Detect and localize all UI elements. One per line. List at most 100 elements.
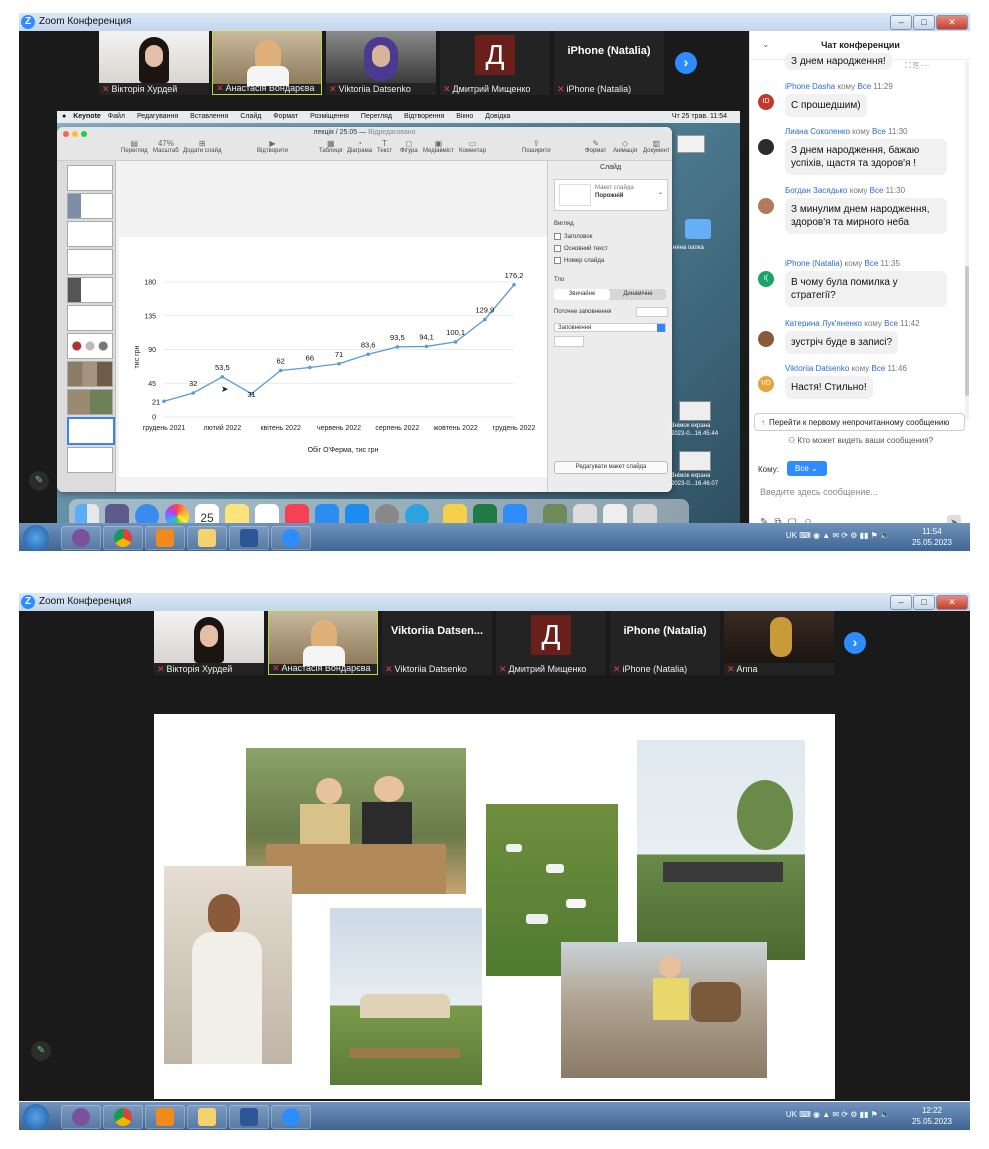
- toolbar-media[interactable]: ▣ Медіавміст: [423, 139, 454, 154]
- edit-layout-button[interactable]: Редагувати макет слайда: [554, 461, 668, 474]
- x-tick-label: серпень 2022: [375, 425, 419, 432]
- message-actions-icon[interactable]: ⛶ ⎘ ···: [905, 61, 929, 71]
- toolbar-shape[interactable]: ◻ Фігура: [400, 139, 418, 154]
- participant-tile[interactable]: ✕ Anna: [724, 611, 834, 675]
- scrollbar-thumb[interactable]: [965, 266, 969, 396]
- annotate-pencil-icon[interactable]: ✎: [31, 1041, 51, 1061]
- message-input[interactable]: Введите здесь сообщение...: [760, 487, 878, 497]
- close-button[interactable]: ✕: [936, 595, 968, 610]
- taskbar-zoom[interactable]: [271, 1105, 311, 1129]
- zoom-window-2: Z Zoom Конференция – □ ✕ ✕ Вікторія Хурде…: [19, 593, 970, 1130]
- slide-thumbnail[interactable]: [67, 361, 113, 387]
- taskbar-media[interactable]: [145, 526, 185, 550]
- menu-item: Вставлення: [190, 113, 229, 120]
- chat-scrollbar[interactable]: [965, 61, 969, 421]
- toolbar-zoom[interactable]: 47% Масштаб: [153, 139, 179, 154]
- taskbar-viber[interactable]: [61, 526, 101, 550]
- recipient-select[interactable]: Все ⌄: [787, 461, 827, 476]
- slide-thumbnail[interactable]: [67, 249, 113, 275]
- folder-icon[interactable]: [685, 219, 711, 239]
- mic-muted-icon: ✕: [216, 83, 224, 93]
- sender-name: Viktoriia Datsenko: [785, 364, 850, 373]
- participant-tile-active[interactable]: ✕ Анастасія Вондарєва: [212, 31, 322, 95]
- participant-tile[interactable]: ✕ Viktoriia Datsenko: [326, 31, 436, 95]
- zoom-window-1: Z Zoom Конференция – □ ✕ ✕ Вікторія Хурде…: [19, 13, 971, 551]
- participant-tile[interactable]: Viktoriia Datsen... ✕ Viktoriia Datsenko: [382, 611, 492, 675]
- participant-tile-active[interactable]: ✕ Анастасія Вондарєва: [268, 611, 378, 675]
- who-can-see-link[interactable]: ⚇ Кто может видеть ваши сообщения?: [750, 436, 971, 445]
- slide-thumbnail[interactable]: [67, 333, 113, 359]
- taskbar-media[interactable]: [145, 1105, 185, 1129]
- toolbar-play[interactable]: ▶ Відтворити: [257, 139, 288, 154]
- checkbox-body[interactable]: Основний текст: [554, 245, 608, 252]
- toolbar-share[interactable]: ⇪ Поширити: [522, 139, 551, 154]
- participant-tile[interactable]: ✕ Вікторія Хурдей: [154, 611, 264, 675]
- data-label: 129,9: [475, 306, 494, 315]
- layout-picker[interactable]: Макет слайда Порожній ⌄: [554, 179, 668, 211]
- slide-thumbnail[interactable]: [67, 165, 113, 191]
- participant-tile[interactable]: iPhone (Natalia) ✕ iPhone (Natalia): [554, 31, 664, 95]
- taskbar-viber[interactable]: [61, 1105, 101, 1129]
- annotate-pencil-icon[interactable]: ✎: [29, 471, 49, 491]
- maximize-button[interactable]: □: [913, 595, 935, 610]
- start-button[interactable]: [23, 525, 49, 551]
- chat-message: Богдан Засядько кому Все 11:30 З минулим…: [755, 186, 960, 234]
- slide-thumbnail[interactable]: [67, 193, 113, 219]
- toolbar-animate[interactable]: ◇ Анімація: [613, 139, 637, 154]
- language-indicator[interactable]: UK: [786, 531, 797, 540]
- minimize-button[interactable]: –: [890, 15, 912, 30]
- toolbar-format[interactable]: ✎ Формат: [585, 139, 606, 154]
- screenshot-file-icon[interactable]: [679, 451, 711, 471]
- taskbar-explorer[interactable]: [187, 526, 227, 550]
- checkbox-slide-number[interactable]: Номер слайда: [554, 257, 604, 264]
- taskbar-chrome[interactable]: [103, 526, 143, 550]
- toolbar-view[interactable]: ▤ Перегляд: [121, 139, 148, 154]
- taskbar-clock[interactable]: 11:54 25.05.2023: [902, 526, 962, 548]
- taskbar-word[interactable]: [229, 1105, 269, 1129]
- taskbar-chrome[interactable]: [103, 1105, 143, 1129]
- minimize-button[interactable]: –: [890, 595, 912, 610]
- participant-tile[interactable]: iPhone (Natalia) ✕ iPhone (Natalia): [610, 611, 720, 675]
- slide-thumbnail[interactable]: [67, 221, 113, 247]
- taskbar-clock[interactable]: 12:22 25.05.2023: [902, 1105, 962, 1127]
- slide-thumbnail[interactable]: [67, 277, 113, 303]
- slide-thumbnail[interactable]: [67, 447, 113, 473]
- system-tray: UK ⌨ ◉ ▲ ✉ ⟳ ⚙ ▮▮ ⚑ 🔈: [785, 1110, 890, 1119]
- tab-dynamic[interactable]: Динамічне: [610, 289, 666, 300]
- fill-select[interactable]: Заповнення: [554, 323, 666, 332]
- toolbar-comment[interactable]: ▭ Коментар: [459, 139, 486, 154]
- toolbar-add-slide[interactable]: ⊞ Додати слайд: [183, 139, 222, 154]
- fill-color-well[interactable]: [636, 307, 668, 317]
- next-page-icon[interactable]: ›: [844, 632, 866, 654]
- taskbar-explorer[interactable]: [187, 1105, 227, 1129]
- message-text: З минулим днем народження, здоров'я та м…: [785, 198, 947, 234]
- toolbar-chart[interactable]: ◔ Діаграма: [347, 139, 372, 154]
- toolbar-text[interactable]: T Текст: [377, 139, 392, 154]
- mic-muted-icon: ✕: [272, 663, 280, 673]
- slide-thumbnail[interactable]: [67, 305, 113, 331]
- toolbar-table[interactable]: ▦ Таблиця: [319, 139, 342, 154]
- toolbar-document[interactable]: ▥ Документ: [643, 139, 670, 154]
- next-page-icon[interactable]: ›: [675, 52, 697, 74]
- participant-tile[interactable]: Д ✕ Дмитрий Мищенко: [496, 611, 606, 675]
- maximize-button[interactable]: □: [913, 15, 935, 30]
- participant-tile[interactable]: ✕ Вікторія Хурдей: [99, 31, 209, 95]
- message-time: 11:42: [900, 319, 920, 328]
- checkbox-title[interactable]: Заголовок: [554, 233, 592, 240]
- slide-thumbnail-selected[interactable]: [67, 417, 115, 445]
- color-swatch[interactable]: [554, 336, 584, 347]
- chat-title: Чат конференции: [821, 40, 900, 50]
- start-button[interactable]: [23, 1104, 49, 1130]
- taskbar-zoom[interactable]: [271, 526, 311, 550]
- chat-message: iPhone (Natalia) кому Все 11:35 I( В чом…: [755, 259, 960, 307]
- tab-plain[interactable]: Звичайне: [554, 289, 610, 300]
- jump-to-unread-button[interactable]: ↑ Перейти к первому непрочитанному сообще…: [754, 413, 965, 431]
- desktop-file-icon[interactable]: [677, 135, 705, 153]
- inspector-tab[interactable]: Слайд: [600, 164, 621, 171]
- participant-tile[interactable]: Д ✕ Дмитрий Мищенко: [440, 31, 550, 95]
- slide-thumbnail[interactable]: [67, 389, 113, 415]
- screenshot-file-icon[interactable]: [679, 401, 711, 421]
- taskbar-word[interactable]: [229, 526, 269, 550]
- close-button[interactable]: ✕: [936, 15, 968, 30]
- language-indicator[interactable]: UK: [786, 1110, 797, 1119]
